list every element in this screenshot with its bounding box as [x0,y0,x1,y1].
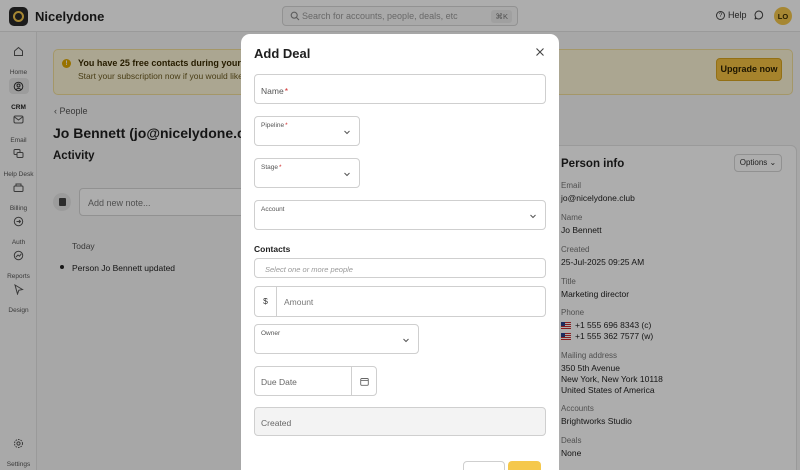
amount-input[interactable]: $ Amount [254,286,546,317]
owner-select[interactable]: Owner [254,324,419,354]
currency-symbol: $ [255,287,277,316]
add-deal-modal: Add Deal Name* Pipeline* Stage* Account … [241,34,559,470]
stage-field-label: Stage* [261,164,282,171]
account-field-label: Account [261,206,285,213]
created-placeholder: Created [261,418,292,428]
close-icon[interactable] [535,47,545,57]
modal-title: Add Deal [254,46,311,61]
chevron-down-icon [344,130,350,135]
contacts-placeholder: Select one or more people [265,265,353,274]
amount-placeholder: Amount [284,297,314,307]
contacts-heading: Contacts [254,244,291,254]
account-select[interactable]: Account [254,200,546,230]
deal-name-input[interactable]: Name* [254,74,546,104]
name-field-label: Name* [261,86,288,96]
chevron-down-icon [344,172,350,177]
due-date-input[interactable]: Due Date [254,366,377,396]
chevron-down-icon [530,214,536,219]
created-input[interactable]: Created [254,407,546,436]
due-date-placeholder: Due Date [261,377,297,387]
cancel-button[interactable] [463,461,505,470]
stage-select[interactable]: Stage* [254,158,360,188]
calendar-icon [359,378,369,386]
pipeline-select[interactable]: Pipeline* [254,116,360,146]
contacts-multiselect[interactable]: Select one or more people [254,258,546,278]
owner-field-label: Owner [261,330,281,337]
calendar-button[interactable] [351,367,376,396]
save-button[interactable] [508,461,541,470]
pipeline-field-label: Pipeline* [261,122,288,129]
chevron-down-icon [403,338,409,343]
